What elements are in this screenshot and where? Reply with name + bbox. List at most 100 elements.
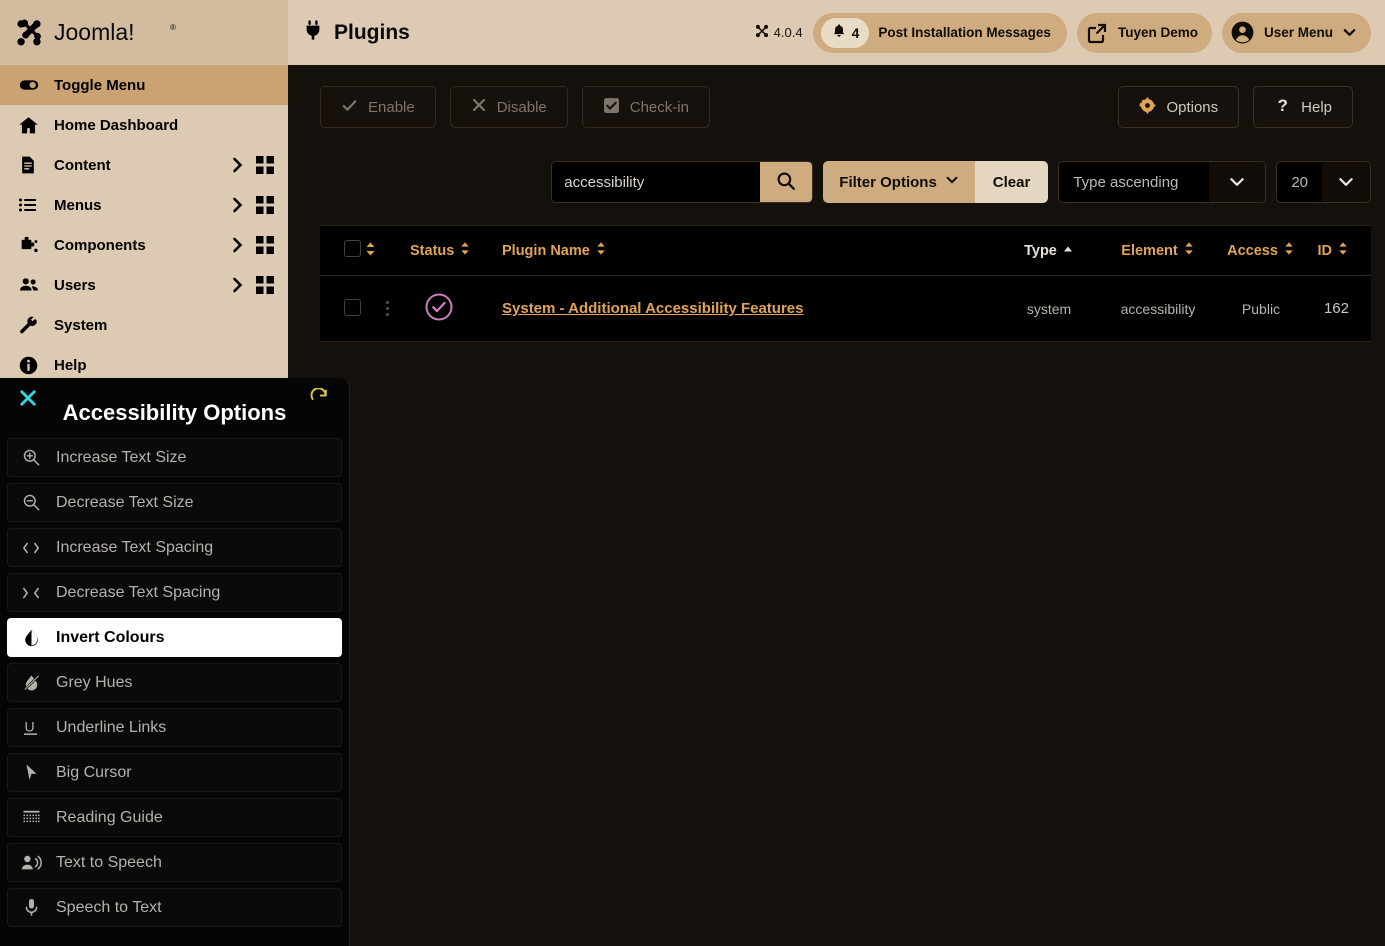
users-icon [18,274,42,296]
grid-icon[interactable] [248,196,274,214]
filter-options-label: Filter Options [839,173,937,191]
column-status[interactable]: Status [410,226,502,276]
sidebar-item-content[interactable]: Content [0,145,288,185]
brand-logo-area[interactable]: Joomla! ® [0,0,288,65]
a11y-text-to-speech[interactable]: Text to Speech [7,843,342,882]
sidebar-item-users[interactable]: Users [0,265,288,305]
column-element[interactable]: Element [1103,226,1213,276]
checkbox-icon [603,97,620,118]
menus-icon [18,195,42,215]
a11y-decrease-text-spacing[interactable]: Decrease Text Spacing [7,573,342,612]
row-ordering-cell[interactable] [364,276,410,342]
checkin-button[interactable]: Check-in [581,86,710,128]
accessibility-panel-header: Accessibility Options [7,378,342,438]
filter-bar: Filter Options Clear Type ascending 20 [288,161,1385,203]
a11y-item-label: Decrease Text Size [56,493,194,511]
grid-icon[interactable] [248,156,274,174]
enable-button[interactable]: Enable [320,86,436,128]
svg-text:®: ® [170,23,176,32]
search-icon [776,171,796,194]
sidebar-item-home-dashboard[interactable]: Home Dashboard [0,105,288,145]
user-circle-icon [1230,20,1255,45]
grid-icon[interactable] [248,236,274,254]
plugins-table-container: Status Plugin Name Type Element Access I… [320,225,1371,342]
check-circle-icon[interactable] [424,293,454,325]
options-label: Options [1166,98,1219,116]
question-icon: ? [1274,96,1291,118]
post-installation-messages-button[interactable]: 4 Post Installation Messages [812,12,1067,53]
a11y-increase-text-size[interactable]: Increase Text Size [7,438,342,477]
a11y-reading-guide[interactable]: Reading Guide [7,798,342,837]
a11y-speech-to-text[interactable]: Speech to Text [7,888,342,927]
column-type[interactable]: Type [995,226,1103,276]
column-ordering[interactable] [364,226,410,276]
column-element-label: Element [1121,242,1178,259]
content-icon [18,155,42,175]
plug-icon [302,19,324,46]
filter-options-button[interactable]: Filter Options [823,161,975,203]
clear-filters-button[interactable]: Clear [974,161,1049,203]
sidebar-item-label: Content [54,156,111,174]
column-access[interactable]: Access [1213,226,1309,276]
a11y-grey-hues[interactable]: Grey Hues [7,663,342,702]
grid-icon[interactable] [248,276,274,294]
a11y-big-cursor[interactable]: Big Cursor [7,753,342,792]
a11y-underline-links[interactable]: U Underline Links [7,708,342,747]
sidebar-item-system[interactable]: System [0,305,288,345]
search-input[interactable] [552,162,761,202]
select-all-checkbox[interactable] [344,240,361,257]
a11y-invert-colours[interactable]: Invert Colours [7,618,342,657]
underline-icon: U [20,718,42,737]
user-menu-button[interactable]: User Menu [1221,12,1371,53]
limit-select[interactable]: 20 [1276,161,1371,203]
notification-count: 4 [851,24,860,41]
sidebar-item-label: Components [54,236,146,254]
components-icon [18,235,42,256]
chevron-down-icon [1322,162,1370,202]
sidebar-toggle-menu[interactable]: Toggle Menu [0,65,288,105]
column-select-all[interactable] [320,226,364,276]
row-status-cell[interactable] [410,276,502,342]
joomla-logo-icon [12,16,46,50]
drag-handle-icon[interactable] [364,301,410,316]
column-id-label: ID [1317,242,1333,259]
joomla-mark-icon [755,24,769,41]
chevron-right-icon [228,157,248,173]
check-icon [341,97,358,118]
cursor-icon [20,763,42,782]
external-link-icon [1085,21,1109,45]
site-preview-button[interactable]: Tuyen Demo [1076,12,1212,53]
table-header-row: Status Plugin Name Type Element Access I… [320,226,1371,276]
options-button[interactable]: Options [1118,86,1240,128]
column-id[interactable]: ID [1309,226,1371,276]
a11y-item-label: Text to Speech [56,853,162,871]
row-select-cell[interactable] [320,276,364,342]
sort-arrows-icon [1283,241,1295,260]
gear-icon [1139,96,1157,118]
search-button[interactable] [760,162,813,202]
sidebar-item-components[interactable]: Components [0,225,288,265]
reading-guide-icon [20,809,42,826]
row-element-cell: accessibility [1120,300,1196,317]
a11y-decrease-text-size[interactable]: Decrease Text Size [7,483,342,522]
close-icon[interactable] [16,386,40,410]
column-plugin-name[interactable]: Plugin Name [502,226,995,276]
sidebar-item-menus[interactable]: Menus [0,185,288,225]
reset-icon[interactable] [307,386,331,410]
plugin-name-link[interactable]: System - Additional Accessibility Featur… [502,300,803,317]
sidebar-item-label: Home Dashboard [54,116,179,134]
grey-hues-icon [20,673,42,692]
header-actions: 4.0.4 4 Post Installation Messages Tuyen… [755,12,1371,53]
disable-button[interactable]: Disable [449,86,568,128]
sort-arrows-icon [459,241,471,260]
accessibility-panel-title: Accessibility Options [62,400,287,425]
accessibility-options-panel: Accessibility Options Increase Text Size… [0,378,350,946]
sidebar-item-label: Help [54,356,87,374]
user-menu-label: User Menu [1263,25,1333,40]
sort-select[interactable]: Type ascending [1058,161,1267,203]
a11y-increase-text-spacing[interactable]: Increase Text Spacing [7,528,342,567]
svg-text:U: U [25,719,35,735]
row-checkbox[interactable] [344,298,361,316]
a11y-item-label: Invert Colours [56,628,165,646]
help-button[interactable]: ? Help [1253,86,1353,128]
